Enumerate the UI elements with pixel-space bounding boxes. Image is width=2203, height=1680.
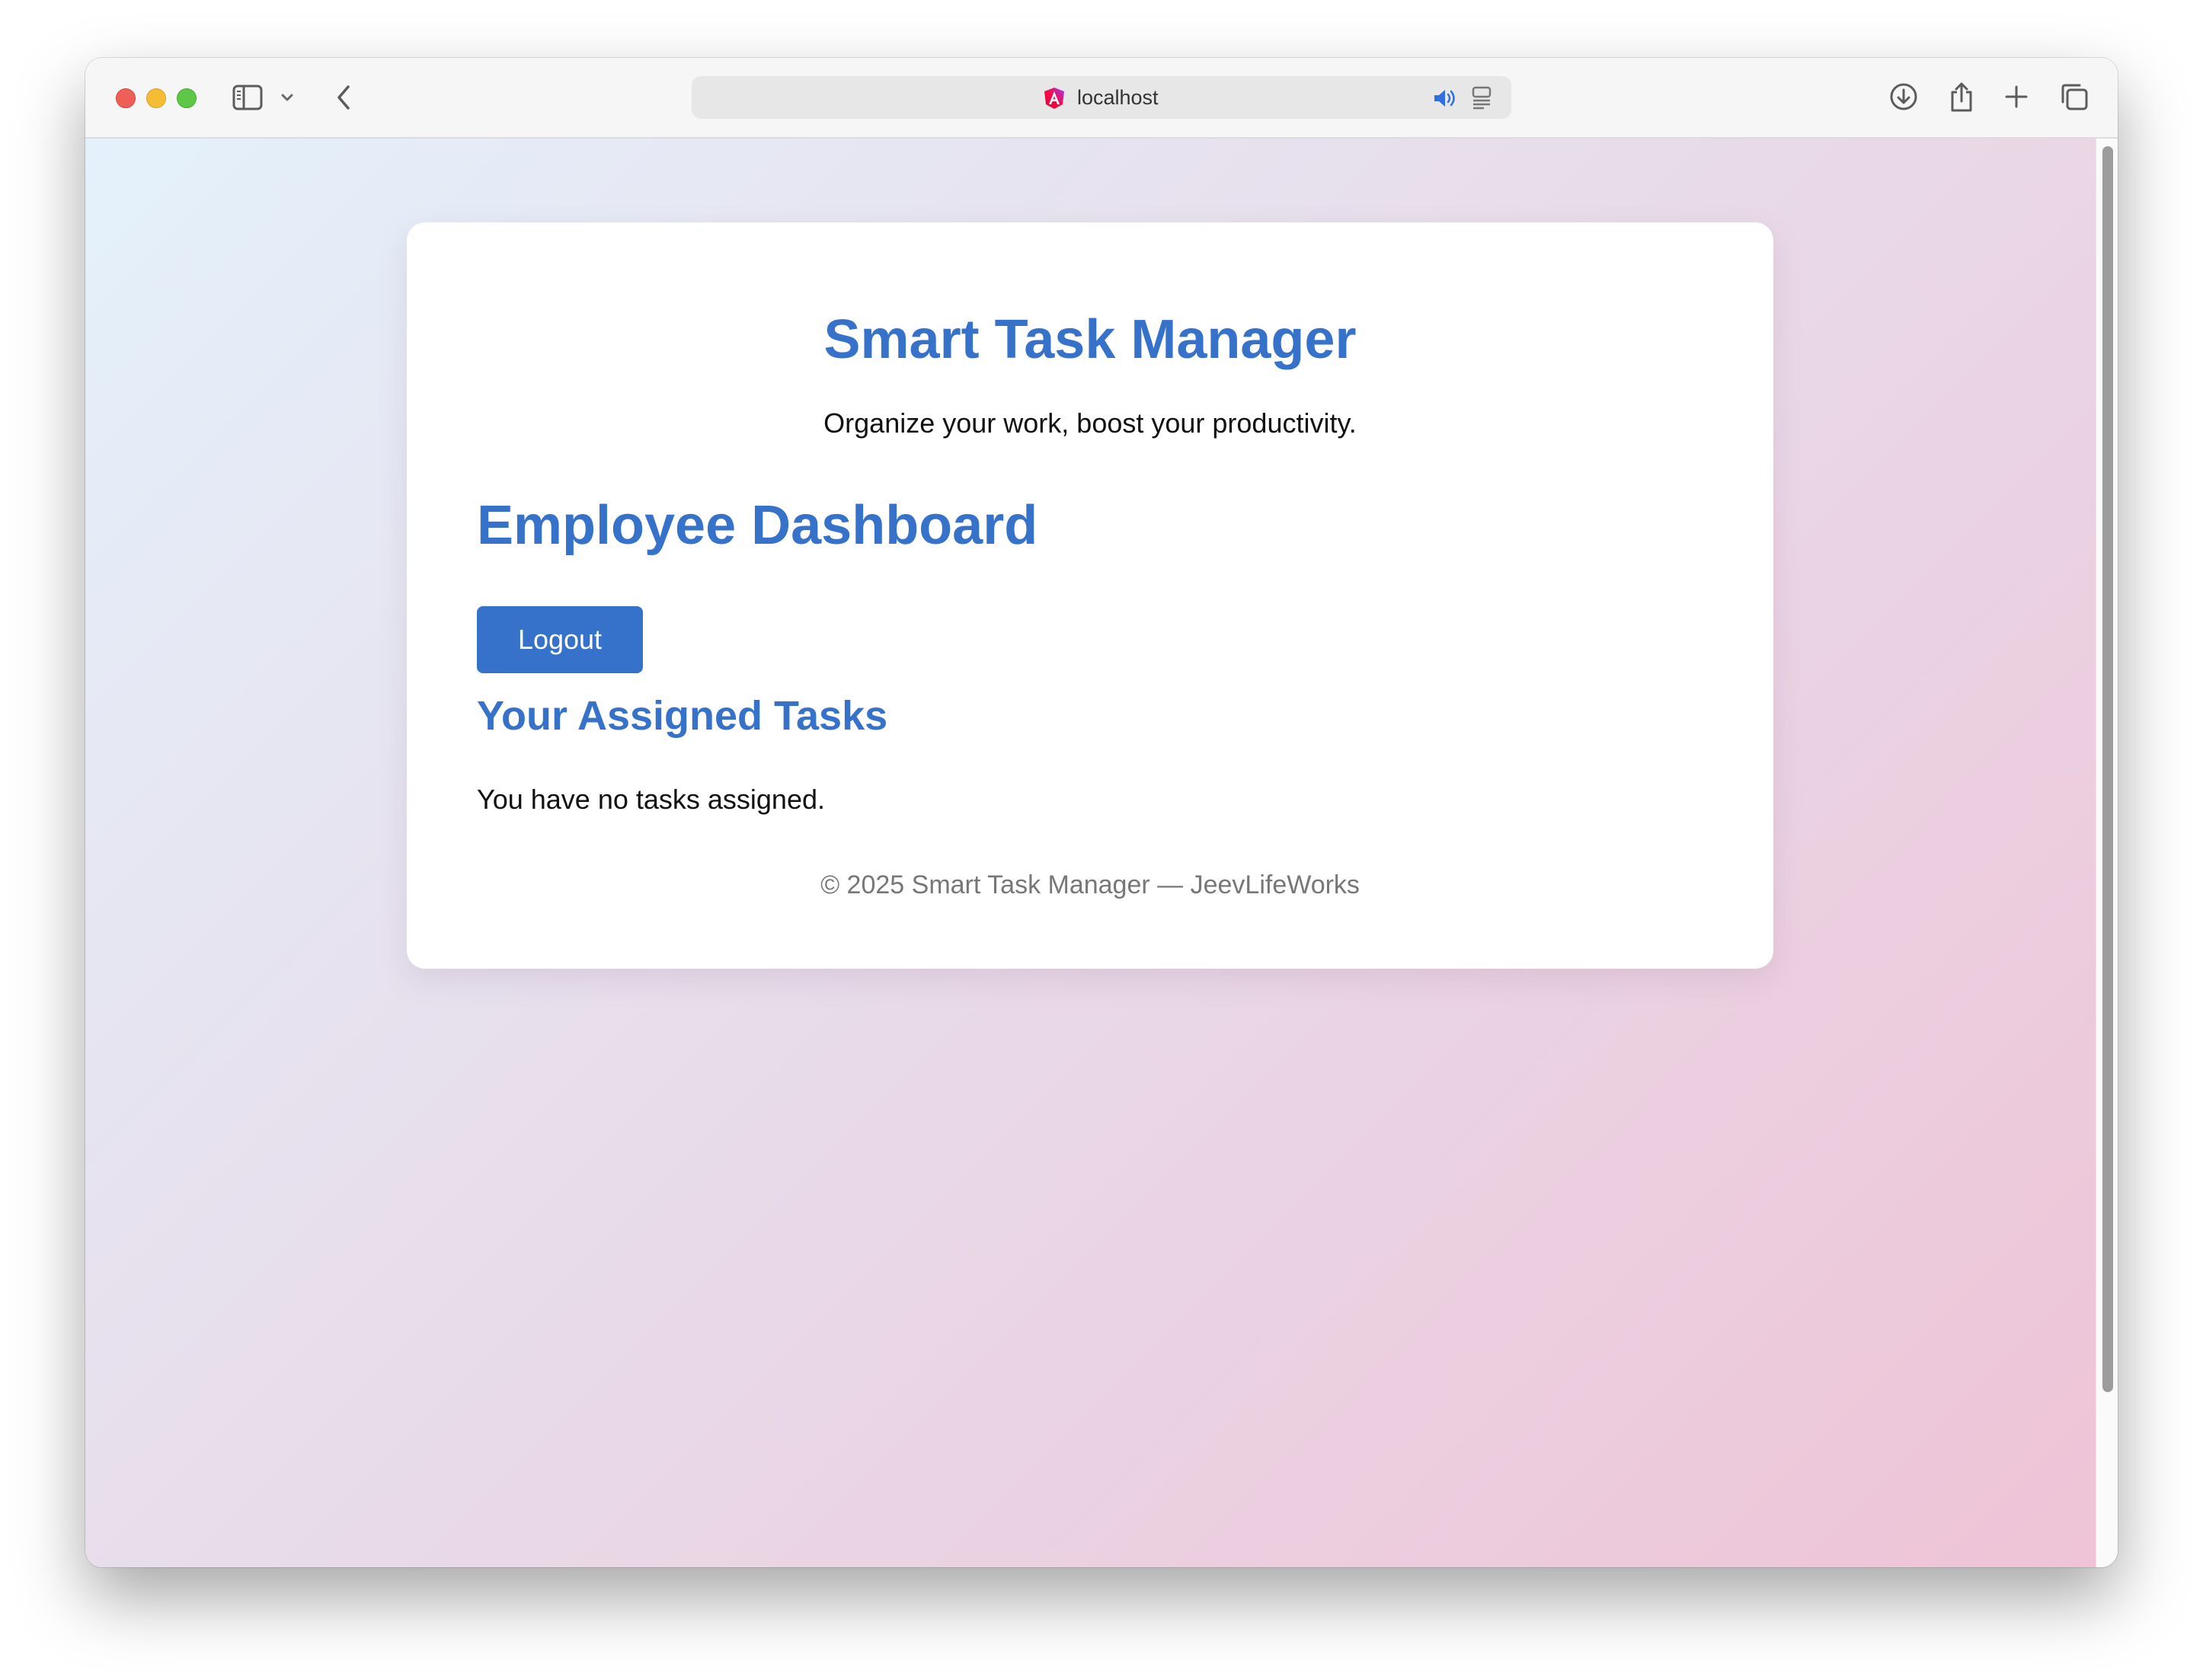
dashboard-card: Smart Task Manager Organize your work, b… <box>407 222 1773 969</box>
reader-icon[interactable] <box>1470 85 1493 110</box>
footer-text: © 2025 Smart Task Manager — JeevLifeWork… <box>820 870 1360 899</box>
browser-toolbar: localhost <box>85 58 2118 139</box>
address-text: localhost <box>1077 86 1159 109</box>
minimize-window-button[interactable] <box>146 88 166 108</box>
speaker-icon[interactable] <box>1432 87 1458 110</box>
maximize-window-button[interactable] <box>177 88 197 108</box>
tasks-heading: Your Assigned Tasks <box>477 693 888 739</box>
page-viewport: Smart Task Manager Organize your work, b… <box>85 139 2118 1567</box>
scrollbar-thumb[interactable] <box>2102 146 2113 1392</box>
page-title: Employee Dashboard <box>477 495 1038 556</box>
address-bar[interactable]: localhost <box>692 76 1511 119</box>
scrollbar[interactable] <box>2096 139 2118 1567</box>
empty-tasks-message: You have no tasks assigned. <box>477 784 825 815</box>
chevron-down-icon[interactable] <box>277 84 297 111</box>
app-title: Smart Task Manager <box>823 309 1357 370</box>
app-tagline: Organize your work, boost your productiv… <box>823 407 1357 439</box>
plus-icon[interactable] <box>1999 79 2034 114</box>
angular-logo-icon <box>1042 86 1066 110</box>
back-arrow-icon[interactable] <box>332 81 355 114</box>
close-window-button[interactable] <box>116 88 136 108</box>
browser-window: localhost Smart Task Manager Organize yo… <box>85 58 2118 1567</box>
tabs-icon[interactable] <box>2057 79 2092 114</box>
sidebar-icon[interactable] <box>232 84 263 111</box>
download-icon[interactable] <box>1886 79 1921 114</box>
logout-button[interactable]: Logout <box>477 606 643 673</box>
share-icon[interactable] <box>1944 79 1979 114</box>
